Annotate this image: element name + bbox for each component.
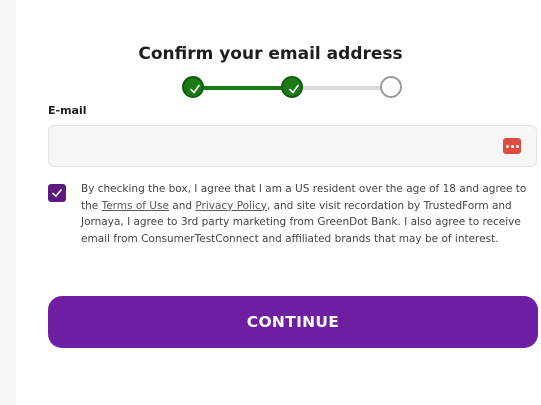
email-label: E-mail bbox=[48, 104, 87, 117]
check-icon bbox=[190, 84, 200, 94]
consent-checkbox[interactable] bbox=[48, 184, 66, 202]
step-2-complete bbox=[281, 76, 303, 98]
step-1-complete bbox=[182, 76, 204, 98]
check-icon bbox=[289, 84, 299, 94]
check-icon bbox=[52, 189, 62, 198]
step-connector-2 bbox=[302, 86, 388, 90]
email-field-wrapper bbox=[48, 125, 537, 167]
step-3-pending bbox=[380, 76, 402, 98]
terms-of-use-link[interactable]: Terms of Use bbox=[102, 200, 169, 212]
email-field[interactable] bbox=[49, 126, 489, 166]
password-manager-icon[interactable] bbox=[503, 138, 521, 154]
step-connector-1 bbox=[202, 86, 288, 90]
privacy-policy-link[interactable]: Privacy Policy bbox=[195, 200, 267, 212]
progress-stepper bbox=[182, 72, 408, 104]
continue-button[interactable]: CONTINUE bbox=[48, 296, 538, 348]
page-title: Confirm your email address bbox=[138, 44, 403, 64]
consent-text: By checking the box, I agree that I am a… bbox=[81, 183, 527, 245]
